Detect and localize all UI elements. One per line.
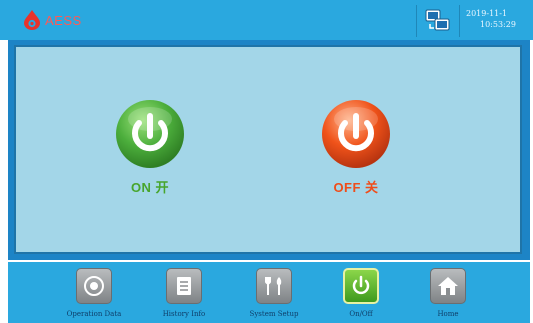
clock-time: 10:53:29: [480, 20, 516, 29]
power-on-control: ON 开: [110, 99, 190, 196]
clock-date: 2019-11-1: [466, 9, 508, 18]
brand-name: AESS: [45, 12, 82, 28]
home-icon: [430, 268, 466, 304]
power-off-label: OFF 关: [333, 180, 379, 195]
main-panel: ON 开 OFF 关: [8, 40, 530, 260]
power-control-area: ON 开 OFF 关: [14, 45, 522, 254]
history-info-icon: [166, 268, 202, 304]
power-icon: [343, 268, 379, 304]
nav-home[interactable]: Home: [408, 268, 488, 318]
power-icon: [322, 100, 390, 168]
operation-data-icon: [76, 268, 112, 304]
power-icon: [116, 100, 184, 168]
clock-display: 2019-11-1 10:53:29: [462, 8, 532, 36]
nav-label: Operation Data: [66, 310, 122, 318]
power-on-label: ON 开: [130, 180, 170, 195]
nav-label: On/Off: [349, 310, 373, 318]
network-status-button[interactable]: [416, 5, 460, 37]
brand-logo-icon: [24, 10, 40, 30]
nav-system-setup[interactable]: System Setup: [234, 268, 314, 318]
nav-label: History Info: [162, 310, 206, 318]
network-status-icon: [425, 9, 450, 31]
power-off-button[interactable]: [321, 99, 391, 169]
nav-label: Home: [437, 310, 459, 318]
nav-operation-data[interactable]: Operation Data: [54, 268, 134, 318]
bottom-nav: Operation Data History Info System Setup: [8, 262, 530, 323]
nav-on-off[interactable]: On/Off: [321, 268, 401, 318]
top-bar: AESS 2019-11-1 10:53:29: [0, 0, 533, 40]
nav-label: System Setup: [249, 310, 299, 318]
power-on-button[interactable]: [115, 99, 185, 169]
brand-logo: AESS: [22, 8, 86, 32]
power-off-control: OFF 关: [316, 99, 396, 196]
nav-history-info[interactable]: History Info: [144, 268, 224, 318]
system-setup-icon: [256, 268, 292, 304]
